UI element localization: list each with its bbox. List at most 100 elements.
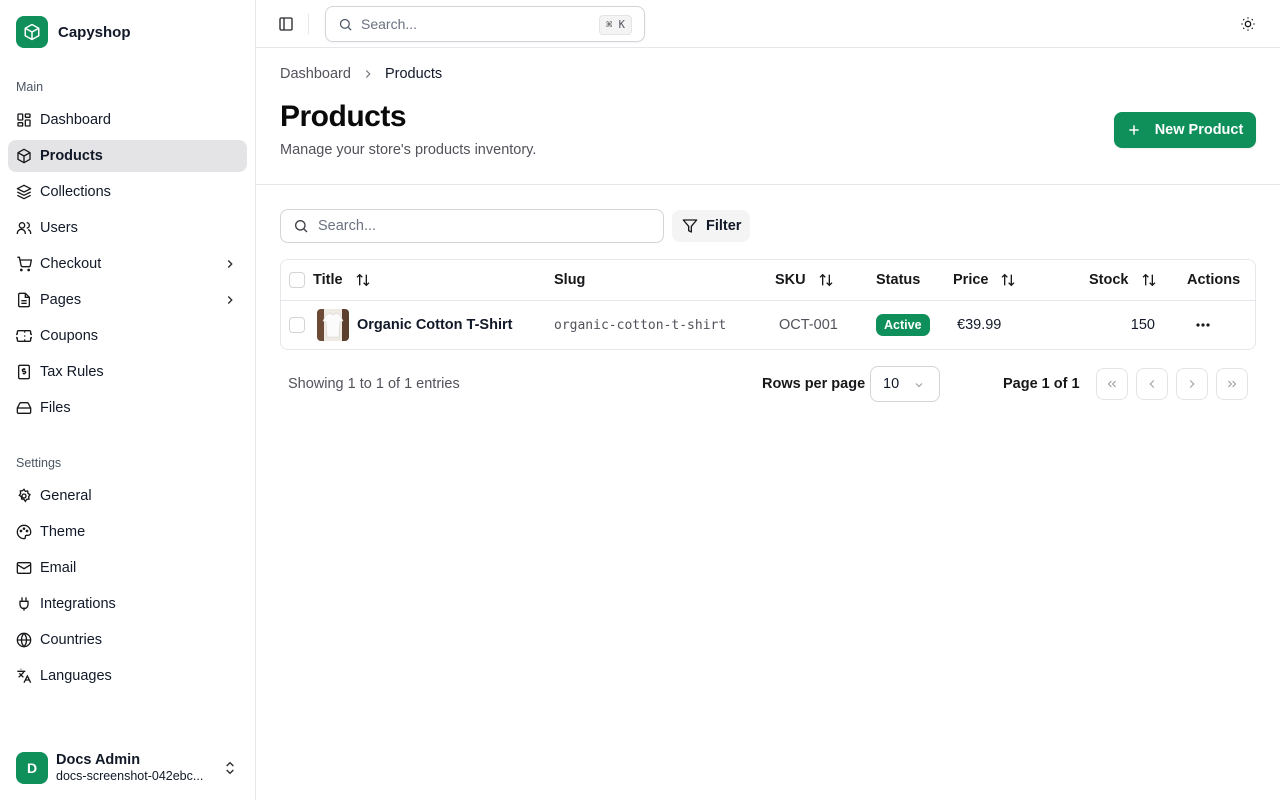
column-label: Slug xyxy=(554,272,586,288)
entries-summary: Showing 1 to 1 of 1 entries xyxy=(288,376,460,392)
section-label-settings: Settings xyxy=(16,456,62,470)
page-subtitle: Manage your store's products inventory. xyxy=(280,142,537,158)
sidebar-item-label: Countries xyxy=(40,632,103,648)
chevron-right-icon xyxy=(361,67,375,81)
first-page-button[interactable] xyxy=(1096,368,1128,400)
sidebar-item-coupons[interactable]: Coupons xyxy=(8,320,247,352)
table-row[interactable]: Organic Cotton T-Shirt organic-cotton-t-… xyxy=(281,301,1255,349)
column-header-title[interactable]: Title xyxy=(313,272,371,288)
plus-icon xyxy=(1127,123,1141,137)
sidebar-item-checkout[interactable]: Checkout xyxy=(8,248,247,280)
products-table: Title Slug SKU Status Price Stock Action… xyxy=(280,259,1256,350)
select-all-checkbox[interactable] xyxy=(289,272,305,288)
translate-icon xyxy=(16,668,32,684)
box-icon xyxy=(16,148,32,164)
sidebar-item-label: Email xyxy=(40,560,77,576)
sidebar-item-label: Products xyxy=(40,148,103,164)
user-name: Docs Admin xyxy=(56,752,141,768)
column-label: Status xyxy=(876,272,921,288)
filter-label: Filter xyxy=(706,218,742,234)
chevron-down-icon xyxy=(913,379,925,391)
sidebar-item-users[interactable]: Users xyxy=(8,212,247,244)
sidebar-item-files[interactable]: Files xyxy=(8,392,247,424)
sort-icon xyxy=(1000,272,1016,288)
previous-page-button[interactable] xyxy=(1136,368,1168,400)
dashboard-icon xyxy=(16,112,32,128)
column-header-actions: Actions xyxy=(1187,272,1240,288)
sort-icon xyxy=(1141,272,1157,288)
brand-name: Capyshop xyxy=(58,23,131,41)
sidebar-item-products[interactable]: Products xyxy=(8,140,247,172)
column-header-sku[interactable]: SKU xyxy=(775,272,834,288)
avatar: D xyxy=(16,752,48,784)
sidebar-item-dashboard[interactable]: Dashboard xyxy=(8,104,247,136)
column-header-status: Status xyxy=(876,272,920,288)
product-stock: 150 xyxy=(1130,317,1155,333)
status-badge: Active xyxy=(876,314,930,336)
file-icon xyxy=(16,292,32,308)
users-icon xyxy=(16,220,32,236)
sidebar: Capyshop Main Dashboard Products Collect… xyxy=(0,0,256,800)
divider xyxy=(308,14,309,34)
sidebar-item-label: Tax Rules xyxy=(40,364,104,380)
topbar: Search... ⌘ K xyxy=(256,0,1280,48)
sidebar-item-pages[interactable]: Pages xyxy=(8,284,247,316)
sidebar-item-collections[interactable]: Collections xyxy=(8,176,247,208)
gear-icon xyxy=(16,488,32,504)
product-thumbnail xyxy=(317,309,349,341)
user-menu[interactable]: D Docs Admin docs-screenshot-042ebc... xyxy=(16,752,244,784)
receipt-icon xyxy=(16,364,32,380)
filter-icon xyxy=(682,218,698,234)
page-info: Page 1 of 1 xyxy=(1003,376,1080,392)
chevron-right-icon xyxy=(223,257,237,271)
new-product-button[interactable]: New Product xyxy=(1114,112,1256,148)
more-horizontal-icon[interactable] xyxy=(1191,317,1215,333)
column-label: Price xyxy=(953,272,989,288)
search-placeholder: Search... xyxy=(361,16,418,32)
chevrons-left-icon xyxy=(1105,377,1119,391)
sidebar-item-email[interactable]: Email xyxy=(8,552,247,584)
column-header-stock[interactable]: Stock xyxy=(1089,272,1157,288)
chevrons-up-down-icon xyxy=(222,760,238,776)
last-page-button[interactable] xyxy=(1216,368,1248,400)
column-header-price[interactable]: Price xyxy=(953,272,1016,288)
hard-drive-icon xyxy=(16,400,32,416)
next-page-button[interactable] xyxy=(1176,368,1208,400)
global-search-input[interactable]: Search... ⌘ K xyxy=(325,6,645,42)
box-icon xyxy=(16,16,48,48)
filter-button[interactable]: Filter xyxy=(672,210,750,242)
row-checkbox[interactable] xyxy=(289,317,305,333)
sidebar-item-integrations[interactable]: Integrations xyxy=(8,588,247,620)
sidebar-item-label: Dashboard xyxy=(40,112,111,128)
divider xyxy=(256,184,1280,185)
sidebar-item-label: Languages xyxy=(40,668,112,684)
sidebar-item-countries[interactable]: Countries xyxy=(8,624,247,656)
sidebar-item-theme[interactable]: Theme xyxy=(8,516,247,548)
sidebar-item-label: Theme xyxy=(40,524,86,540)
new-product-label: New Product xyxy=(1154,122,1244,138)
breadcrumb-link-dashboard[interactable]: Dashboard xyxy=(280,66,351,82)
user-email: docs-screenshot-042ebc... xyxy=(56,769,204,783)
sidebar-item-label: Checkout xyxy=(40,256,102,272)
column-label: SKU xyxy=(775,272,806,288)
rows-per-page-label: Rows per page xyxy=(762,376,866,392)
plug-icon xyxy=(16,596,32,612)
product-title[interactable]: Organic Cotton T-Shirt xyxy=(357,317,512,333)
sidebar-item-tax-rules[interactable]: Tax Rules xyxy=(8,356,247,388)
column-label: Actions xyxy=(1187,272,1241,288)
product-price: €39.99 xyxy=(957,317,1002,333)
sidebar-item-languages[interactable]: Languages xyxy=(8,660,247,692)
sun-icon[interactable] xyxy=(1240,16,1256,32)
cart-icon xyxy=(16,256,32,272)
sidebar-item-general[interactable]: General xyxy=(8,480,247,512)
rows-per-page-select[interactable]: 10 xyxy=(870,366,940,402)
sidebar-toggle-icon[interactable] xyxy=(278,16,294,32)
sort-icon xyxy=(355,272,371,288)
table-search-input[interactable]: Search... xyxy=(280,209,664,243)
search-icon xyxy=(293,218,309,234)
brand[interactable]: Capyshop xyxy=(16,16,131,48)
table-header: Title Slug SKU Status Price Stock Action… xyxy=(281,260,1255,301)
breadcrumb: Dashboard Products xyxy=(280,66,442,82)
ticket-icon xyxy=(16,328,32,344)
rows-per-page-value: 10 xyxy=(883,376,900,392)
